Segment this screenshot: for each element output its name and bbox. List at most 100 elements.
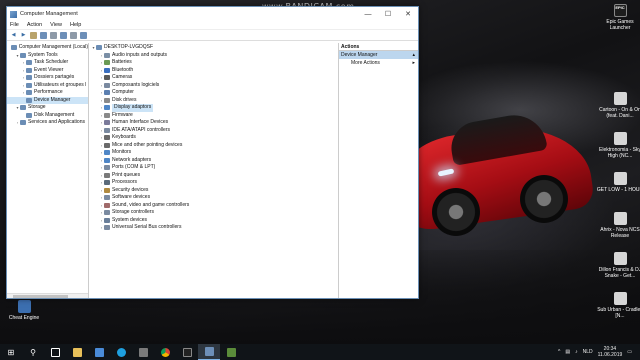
device-category-row[interactable]: › System devices xyxy=(89,217,338,225)
skype-icon[interactable] xyxy=(110,344,132,360)
tree-item[interactable]: › Performance xyxy=(7,89,88,97)
title-bar[interactable]: Computer Management — ☐ ✕ xyxy=(7,7,418,21)
computer-management-window[interactable]: Computer Management — ☐ ✕ File Action Vi… xyxy=(6,6,419,299)
scan-hardware-icon[interactable] xyxy=(80,31,87,39)
desktop-icon-media-file[interactable]: GET LOW - 1 HOUR xyxy=(596,172,640,193)
device-category-row[interactable]: › Monitors xyxy=(89,149,338,157)
device-category-row[interactable]: › Batteries xyxy=(89,59,338,67)
language-indicator[interactable]: NLD xyxy=(583,349,593,355)
more-actions-item[interactable]: More Actions ▸ xyxy=(339,59,418,67)
computer-management-taskbar-icon[interactable] xyxy=(198,344,220,360)
menu-view[interactable]: View xyxy=(50,22,62,28)
clock[interactable]: 20:34 11.06.2019 xyxy=(598,346,623,358)
actions-section-device-manager[interactable]: Device Manager ▴ xyxy=(339,51,418,59)
export-list-icon[interactable] xyxy=(70,31,77,39)
tree-item[interactable]: › Services and Applications xyxy=(7,119,88,127)
tree-item[interactable]: › Dossiers partagés xyxy=(7,74,88,82)
device-category-row[interactable]: › Sound, video and game controllers xyxy=(89,202,338,210)
device-category-icon xyxy=(104,82,110,88)
back-arrow-icon[interactable]: ◀ xyxy=(10,32,17,39)
up-folder-icon[interactable] xyxy=(30,31,37,39)
device-category-label: Sound, video and game controllers xyxy=(112,201,190,208)
start-button[interactable]: ⊞ xyxy=(0,344,22,360)
properties-icon[interactable] xyxy=(50,31,57,39)
help-icon[interactable] xyxy=(60,31,67,39)
tree-item[interactable]: Disk Management xyxy=(7,112,88,120)
horizontal-scrollbar[interactable] xyxy=(7,293,88,298)
device-category-label: Print queues xyxy=(112,171,141,178)
device-category-icon xyxy=(104,150,110,156)
device-category-row[interactable]: › Network adapters xyxy=(89,157,338,165)
device-root-row[interactable]: ▾ DESKTOP-LVGDQSF xyxy=(89,44,338,52)
device-category-row[interactable]: › Display adaptors xyxy=(89,104,338,112)
maximize-button[interactable]: ☐ xyxy=(378,7,398,21)
device-category-row[interactable]: › Firmware xyxy=(89,112,338,120)
device-tree-pane[interactable]: ▾ DESKTOP-LVGDQSF › Audio inputs and outp… xyxy=(89,43,339,298)
device-category-label: Mice and other pointing devices xyxy=(112,141,183,148)
mail-icon[interactable] xyxy=(88,344,110,360)
device-category-row[interactable]: › Mice and other pointing devices xyxy=(89,142,338,150)
desktop-icon-cheat-engine[interactable]: Cheat Engine xyxy=(0,300,48,321)
device-category-row[interactable]: › Software devices xyxy=(89,194,338,202)
actions-header: Actions xyxy=(339,43,418,51)
window-title: Computer Management xyxy=(20,11,78,17)
chrome-icon[interactable] xyxy=(154,344,176,360)
computer-icon xyxy=(96,45,102,51)
console-tree-pane[interactable]: Computer Management (Local) ▾ System Tools… xyxy=(7,43,89,298)
device-category-row[interactable]: › IDE ATA/ATAPI controllers xyxy=(89,127,338,135)
desktop-icon-media-file[interactable]: Sub Urban - Cradles [N... xyxy=(596,292,640,319)
device-category-row[interactable]: › Keyboards xyxy=(89,134,338,142)
menu-help[interactable]: Help xyxy=(70,22,81,28)
device-category-row[interactable]: › Bluetooth xyxy=(89,67,338,75)
device-category-row[interactable]: › Universal Serial Bus controllers xyxy=(89,224,338,232)
menu-file[interactable]: File xyxy=(10,22,19,28)
desktop-icon-media-file[interactable]: Elektronomia - Sky High (NC... xyxy=(596,132,640,159)
tree-item[interactable]: ▾ Storage xyxy=(7,104,88,112)
desktop-icon-media-file[interactable]: Ahrix - Nova NCS Release xyxy=(596,212,640,239)
task-view-icon[interactable] xyxy=(44,344,66,360)
tray-chevron-icon[interactable]: ^ xyxy=(558,349,560,355)
close-button[interactable]: ✕ xyxy=(398,7,418,21)
device-category-row[interactable]: › Cameras xyxy=(89,74,338,82)
minecraft-icon[interactable] xyxy=(220,344,242,360)
device-category-row[interactable]: › Human Interface Devices xyxy=(89,119,338,127)
scrollbar-thumb[interactable] xyxy=(13,295,68,298)
file-explorer-icon[interactable] xyxy=(66,344,88,360)
collapse-arrow-icon[interactable]: ▴ xyxy=(412,51,415,59)
tree-item[interactable]: › Task Scheduler xyxy=(7,59,88,67)
desktop-icon-media-file[interactable]: Dillon Francis & DJ Snake - Get... xyxy=(596,252,640,279)
media-app-icon[interactable] xyxy=(176,344,198,360)
device-category-row[interactable]: › Composants logiciels xyxy=(89,82,338,90)
system-tray: ^ ▤ ♪ NLD 20:34 11.06.2019 ▭ xyxy=(558,346,640,358)
device-category-row[interactable]: › Security devices xyxy=(89,187,338,195)
menu-action[interactable]: Action xyxy=(27,22,42,28)
media-file-icon xyxy=(613,92,627,105)
desktop-icon-media-file[interactable]: Cartoon - On & On (feat. Dani... xyxy=(596,92,640,119)
device-category-icon xyxy=(104,97,110,103)
minimize-button[interactable]: — xyxy=(358,7,378,21)
device-category-row[interactable]: › Print queues xyxy=(89,172,338,180)
volume-icon[interactable]: ♪ xyxy=(575,349,578,355)
device-category-icon xyxy=(104,202,110,208)
device-category-label: Disk drives xyxy=(112,96,137,103)
tree-item[interactable]: Device Manager xyxy=(7,96,88,104)
forward-arrow-icon[interactable]: ▶ xyxy=(20,32,27,39)
tree-item-label: Disk Management xyxy=(34,111,75,118)
device-category-row[interactable]: › Disk drives xyxy=(89,97,338,105)
tree-item[interactable]: › Utilisateurs et groupes l xyxy=(7,82,88,90)
tree-item[interactable]: ▾ System Tools xyxy=(7,52,88,60)
device-category-row[interactable]: › Processors xyxy=(89,179,338,187)
device-category-row[interactable]: › Computer xyxy=(89,89,338,97)
store-icon[interactable] xyxy=(132,344,154,360)
device-category-row[interactable]: › Storage controllers xyxy=(89,209,338,217)
tree-item[interactable]: Computer Management (Local) xyxy=(7,44,88,52)
tree-item[interactable]: › Event Viewer xyxy=(7,67,88,75)
device-category-row[interactable]: › Audio inputs and outputs xyxy=(89,52,338,60)
device-category-icon xyxy=(104,217,110,223)
network-icon[interactable]: ▤ xyxy=(565,349,570,355)
device-category-row[interactable]: › Ports (COM & LPT) xyxy=(89,164,338,172)
desktop-icon-epic-games[interactable]: EPIC Epic Games Launcher xyxy=(596,4,640,31)
notifications-icon[interactable]: ▭ xyxy=(627,349,632,355)
search-icon[interactable]: ⚲ xyxy=(22,344,44,360)
show-hide-tree-icon[interactable] xyxy=(40,31,47,39)
